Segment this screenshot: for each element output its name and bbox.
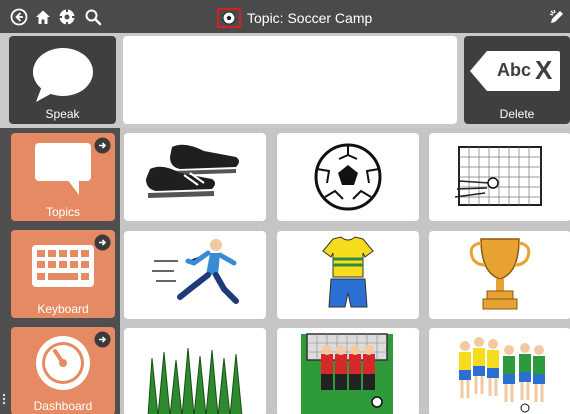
speech-bubble-icon — [35, 143, 91, 195]
home-icon[interactable] — [34, 8, 52, 26]
sidebar-item-label: Keyboard — [37, 302, 89, 316]
delete-label: Delete — [499, 107, 535, 121]
backspace-icon: Abc X — [469, 50, 561, 92]
soccer-jersey-icon — [322, 236, 374, 308]
grid-tile-grass-field[interactable] — [124, 328, 266, 414]
page-title: Topic: Soccer Camp — [247, 10, 373, 26]
grid-tile-soccer-cleats[interactable] — [124, 133, 266, 221]
app-window: Topic: Soccer Camp Speak Abc X Delete To… — [0, 0, 570, 414]
grid-tile-penalty-wall[interactable] — [277, 328, 419, 414]
sidebar-item-keyboard[interactable]: Keyboard — [11, 230, 115, 318]
grid-tile-goal[interactable] — [429, 133, 570, 221]
sidebar-item-topics[interactable]: Topics — [11, 133, 115, 221]
dashboard-gauge-icon — [36, 336, 90, 390]
grid-tile-team[interactable] — [429, 328, 570, 414]
backspace-x: X — [535, 55, 553, 85]
search-icon[interactable] — [84, 8, 102, 26]
sidebar-item-dashboard[interactable]: Dashboard — [11, 327, 115, 414]
grass-icon — [147, 347, 243, 414]
sidebar-item-label: Topics — [45, 205, 80, 219]
message-bar[interactable] — [123, 36, 457, 124]
backspace-text: Abc — [497, 60, 532, 80]
soccer-cleats-icon — [146, 144, 239, 198]
goal-wall-players-icon — [301, 333, 393, 414]
sidebar-item-label: Dashboard — [33, 399, 93, 413]
sidebar: Topics Keyboard Dashboard — [0, 128, 120, 414]
edit-icon[interactable] — [548, 8, 566, 26]
soccer-ball-icon — [217, 8, 241, 28]
delete-button[interactable]: Abc X Delete — [464, 36, 570, 124]
drag-handle-icon[interactable] — [2, 393, 6, 405]
speak-button[interactable]: Speak — [9, 36, 116, 124]
grid-tile-jersey[interactable] — [277, 231, 419, 319]
arrow-right-icon — [94, 331, 111, 348]
speak-label: Speak — [45, 107, 80, 121]
soccer-goal-icon — [454, 146, 542, 206]
back-icon[interactable] — [10, 8, 28, 26]
arrow-right-icon — [94, 234, 111, 251]
grid-tile-running-player[interactable] — [124, 231, 266, 319]
grid-tile-soccer-ball[interactable] — [277, 133, 419, 221]
soccer-team-icon — [459, 337, 545, 413]
keyboard-icon — [32, 245, 94, 287]
arrow-right-icon — [94, 137, 111, 154]
running-player-icon — [152, 239, 239, 304]
settings-icon[interactable] — [58, 8, 76, 26]
speech-bubble-icon — [33, 48, 93, 102]
soccer-ball-icon — [314, 143, 382, 211]
topic-title: Topic: Soccer Camp — [217, 8, 372, 28]
trophy-icon — [469, 238, 531, 310]
grid-tile-trophy[interactable] — [429, 231, 570, 319]
top-bar: Topic: Soccer Camp — [0, 0, 570, 33]
